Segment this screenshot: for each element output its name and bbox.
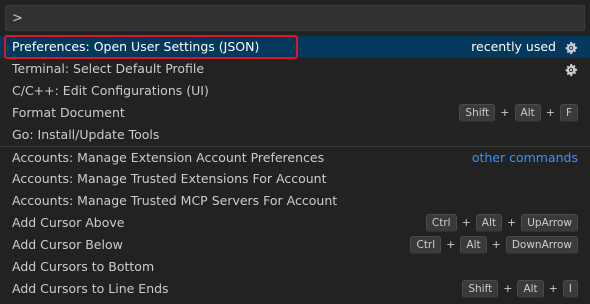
command-row-right: Shift + Alt + I xyxy=(462,278,578,300)
keybinding-plus: + xyxy=(500,106,510,119)
keybinding-key: Alt xyxy=(475,214,503,232)
command-row-right: Shift + Alt + F xyxy=(459,102,578,124)
keybinding-plus: + xyxy=(503,282,513,295)
command-row[interactable]: Add Cursors to Line Ends Shift + Alt + I xyxy=(0,278,590,300)
keybinding-key: UpArrow xyxy=(521,214,578,232)
keybinding-plus: + xyxy=(461,216,471,229)
keybinding-key: Ctrl xyxy=(410,236,442,254)
command-label: Add Cursor Above xyxy=(12,215,125,230)
keybinding-key: DownArrow xyxy=(505,236,578,254)
command-row-right: other commands xyxy=(472,147,578,169)
command-row[interactable]: Accounts: Manage Extension Account Prefe… xyxy=(0,146,590,168)
command-label: Preferences: Open User Settings (JSON) xyxy=(12,39,260,54)
command-label: Terminal: Select Default Profile xyxy=(12,61,205,76)
keybinding-key: Shift xyxy=(462,280,499,298)
command-row-right: recently used xyxy=(471,36,578,58)
gear-icon[interactable] xyxy=(564,40,578,55)
command-row[interactable]: Preferences: Open User Settings (JSON) re… xyxy=(0,36,590,58)
command-row[interactable]: Format Document Shift + Alt + F xyxy=(0,102,590,124)
keybinding-key: Shift xyxy=(459,104,496,122)
command-label: Accounts: Manage Extension Account Prefe… xyxy=(12,150,325,165)
gear-icon[interactable] xyxy=(564,62,578,77)
other-commands-label: other commands xyxy=(471,150,578,165)
keybinding-key: Alt xyxy=(514,104,541,122)
command-input[interactable] xyxy=(6,6,584,30)
command-list: Preferences: Open User Settings (JSON) re… xyxy=(0,36,590,300)
command-row[interactable]: Add Cursor Below Ctrl + Alt + DownArrow xyxy=(0,234,590,256)
keybinding-plus: + xyxy=(491,238,501,251)
keybinding-plus: + xyxy=(548,282,558,295)
command-input-box[interactable] xyxy=(5,5,585,31)
command-row-right: Ctrl + Alt + DownArrow xyxy=(410,234,578,256)
command-row[interactable]: Terminal: Select Default Profile xyxy=(0,58,590,80)
command-label: Format Document xyxy=(12,105,125,120)
command-row-right: Ctrl + Alt + UpArrow xyxy=(425,212,578,234)
keybinding-key: I xyxy=(562,280,578,298)
keybinding-key: Alt xyxy=(460,236,487,254)
keybinding-key: Alt xyxy=(517,280,544,298)
command-label: Add Cursors to Bottom xyxy=(12,259,155,274)
keybinding-key: F xyxy=(559,104,578,122)
command-row[interactable]: Add Cursors to Bottom xyxy=(0,256,590,278)
command-label: Add Cursors to Line Ends xyxy=(12,281,169,296)
command-label: Add Cursor Below xyxy=(12,237,123,252)
command-row[interactable]: C/C++: Edit Configurations (UI) xyxy=(0,80,590,102)
command-label: Accounts: Manage Trusted Extensions For … xyxy=(12,171,327,186)
command-row[interactable]: Accounts: Manage Trusted Extensions For … xyxy=(0,168,590,190)
recently-used-label: recently used xyxy=(471,39,556,54)
keybinding-key: Ctrl xyxy=(425,214,457,232)
command-row[interactable]: Add Cursor Above Ctrl + Alt + UpArrow xyxy=(0,212,590,234)
command-row-right xyxy=(564,58,578,80)
command-palette: Preferences: Open User Settings (JSON) re… xyxy=(0,0,590,304)
command-label: C/C++: Edit Configurations (UI) xyxy=(12,83,209,98)
keybinding-plus: + xyxy=(446,238,456,251)
command-label: Go: Install/Update Tools xyxy=(12,127,160,142)
command-row[interactable]: Go: Install/Update Tools xyxy=(0,124,590,146)
keybinding-plus: + xyxy=(507,216,517,229)
command-row[interactable]: Accounts: Manage Trusted MCP Servers For… xyxy=(0,190,590,212)
command-label: Accounts: Manage Trusted MCP Servers For… xyxy=(12,193,338,208)
keybinding-plus: + xyxy=(545,106,555,119)
